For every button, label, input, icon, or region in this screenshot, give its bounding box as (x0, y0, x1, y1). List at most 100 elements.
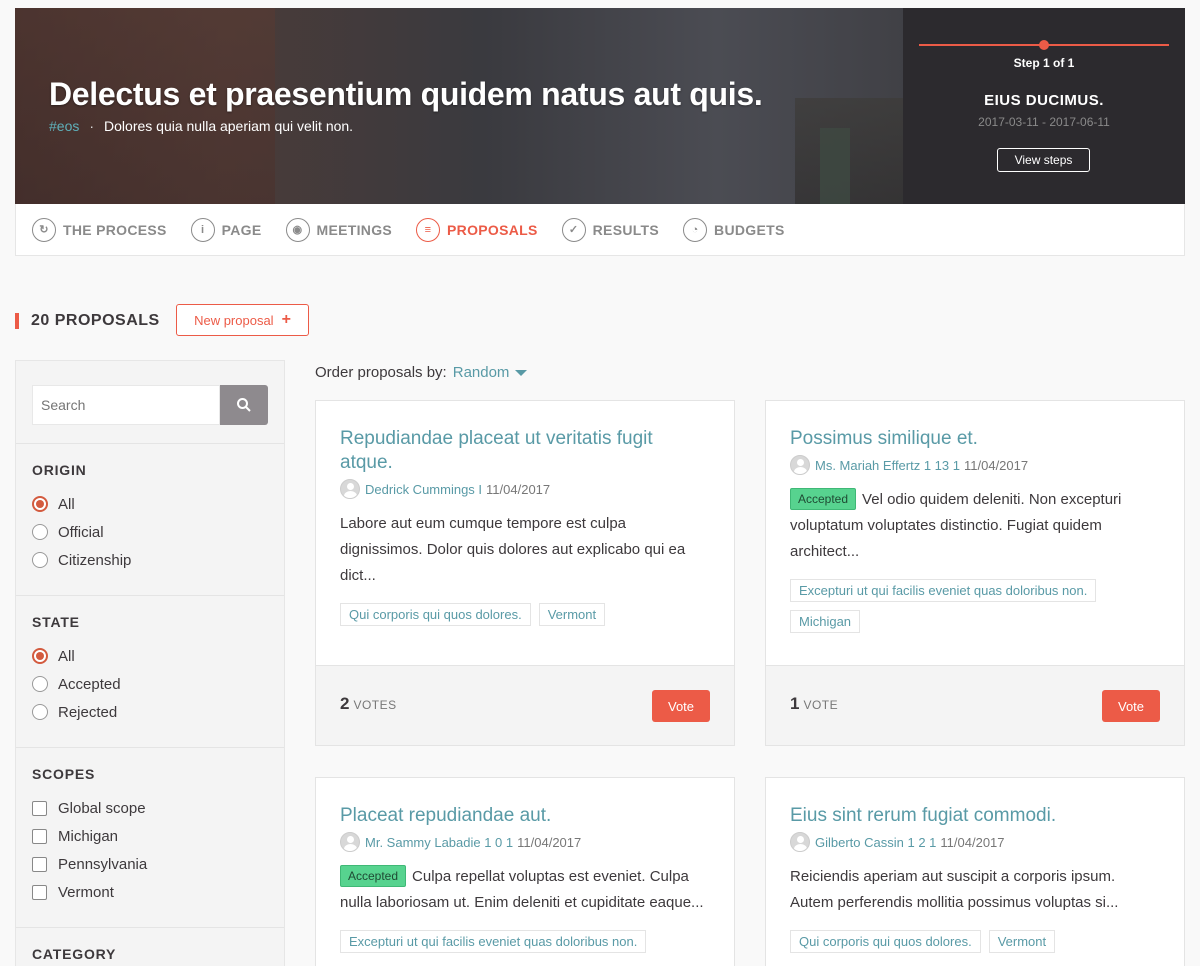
separator-dot: · (89, 118, 95, 134)
proposal-author: Ms. Mariah Effertz 1 13 1 11/04/2017 (790, 455, 1160, 475)
vote-button[interactable]: Vote (652, 690, 710, 722)
hero-background-tower (820, 128, 850, 204)
vote-label: VOTE (803, 698, 839, 712)
checkbox[interactable] (32, 884, 47, 900)
tab-label: BUDGETS (714, 221, 785, 238)
filter-option[interactable]: Vermont (32, 878, 268, 906)
vote-button[interactable]: Vote (1102, 690, 1160, 722)
tag-link[interactable]: Qui corporis qui quos dolores. (790, 930, 981, 953)
radio[interactable] (32, 552, 48, 568)
radio[interactable] (32, 676, 48, 692)
tag-link[interactable]: Vermont (988, 930, 1056, 953)
proposal-tags: Excepturi ut qui facilis eveniet quas do… (790, 579, 1160, 641)
proposal-title-link[interactable]: Placeat repudiandae aut. (340, 804, 710, 828)
avatar (790, 455, 810, 475)
proposal-date: 11/04/2017 (517, 834, 582, 850)
proposal-title-link[interactable]: Eius sint rerum fugiat commodi. (790, 804, 1160, 828)
accepted-badge: Accepted (340, 865, 407, 887)
proposals-icon: ≡ (416, 217, 441, 242)
process-hashtag-link[interactable]: #eos (49, 118, 79, 134)
filter-option[interactable]: Global scope (32, 794, 268, 822)
tag-link[interactable]: Excepturi ut qui facilis eveniet quas do… (790, 579, 1097, 602)
option-label: Global scope (58, 799, 146, 817)
order-selector: Order proposals by: Random (315, 364, 528, 381)
proposal-card: Repudiandae placeat ut veritatis fugit a… (315, 400, 735, 746)
radio-selected[interactable] (32, 648, 48, 664)
option-label: All (58, 495, 75, 513)
search-icon (237, 398, 251, 412)
tab-proposals[interactable]: ≡ PROPOSALS (416, 217, 538, 242)
checkbox[interactable] (32, 828, 47, 844)
vote-count: 1 VOTE (790, 694, 838, 714)
avatar (340, 479, 360, 499)
info-icon: i (190, 217, 215, 242)
steps-progress-dot (1039, 40, 1049, 50)
filter-option[interactable]: Pennsylvania (32, 850, 268, 878)
proposal-author: Dedrick Cummings I 11/04/2017 (340, 479, 710, 499)
order-dropdown[interactable]: Random (453, 364, 510, 381)
filter-title: SCOPES (32, 766, 96, 782)
proposal-card: Placeat repudiandae aut. Mr. Sammy Labad… (315, 777, 735, 966)
option-label: Pennsylvania (58, 855, 148, 873)
filter-scopes: SCOPES Global scope Michigan Pennsylvani… (16, 747, 284, 906)
tag-link[interactable]: Qui corporis qui quos dolores. (340, 603, 531, 626)
hero-background-building (795, 98, 915, 204)
proposal-title-link[interactable]: Possimus similique et. (790, 427, 1160, 451)
filter-option[interactable]: Michigan (32, 822, 268, 850)
section-accent-bar (15, 313, 19, 329)
option-label: Michigan (58, 827, 119, 845)
proposal-tags: Qui corporis qui quos dolores. Vermont (790, 930, 1160, 961)
tab-meetings[interactable]: ◉ MEETINGS (285, 217, 393, 242)
author-name-link[interactable]: Ms. Mariah Effertz 1 13 1 (815, 458, 960, 473)
filter-option[interactable]: Official (32, 518, 268, 546)
filter-option[interactable]: All (32, 642, 268, 670)
proposal-date: 11/04/2017 (964, 457, 1029, 473)
proposal-author: Mr. Sammy Labadie 1 0 1 11/04/2017 (340, 832, 710, 852)
proposal-card-footer: 1 VOTE Vote (766, 665, 1184, 745)
tab-the-process[interactable]: ↻ THE PROCESS (32, 217, 167, 242)
proposals-count-title: 20 PROPOSALS (31, 312, 160, 329)
checkbox[interactable] (32, 856, 47, 872)
process-icon: ↻ (32, 217, 56, 242)
filter-option[interactable]: Citizenship (32, 546, 268, 574)
radio[interactable] (32, 704, 48, 720)
filter-option[interactable]: Rejected (32, 698, 268, 726)
tab-results[interactable]: ✓ RESULTS (561, 217, 659, 242)
tab-label: PROPOSALS (447, 221, 538, 238)
view-steps-button[interactable]: View steps (997, 148, 1090, 172)
radio-selected[interactable] (32, 496, 48, 512)
tab-label: PAGE (221, 221, 262, 238)
process-subtitle: #eos · Dolores quia nulla aperiam qui veli… (49, 118, 353, 134)
tab-label: MEETINGS (316, 221, 393, 238)
vote-count: 2 VOTES (340, 694, 397, 714)
filter-option[interactable]: Accepted (32, 670, 268, 698)
search-button[interactable] (220, 385, 268, 425)
checkbox[interactable] (32, 800, 47, 816)
new-proposal-button[interactable]: New proposal + (176, 304, 309, 336)
author-name-link[interactable]: Dedrick Cummings I (365, 482, 482, 497)
author-name-link[interactable]: Gilberto Cassin 1 2 1 (815, 835, 936, 850)
proposal-card: Eius sint rerum fugiat commodi. Gilberto… (765, 777, 1185, 966)
chevron-down-icon[interactable] (515, 370, 528, 377)
search-input[interactable] (32, 385, 220, 425)
check-icon: ✓ (561, 217, 586, 242)
tab-budgets[interactable]: ◔ BUDGETS (683, 217, 785, 242)
proposal-title-link[interactable]: Repudiandae placeat ut veritatis fugit a… (340, 427, 710, 475)
filter-state: STATE All Accepted Rejected (16, 595, 284, 726)
tag-link[interactable]: Michigan (790, 610, 861, 633)
option-label: Citizenship (58, 551, 132, 569)
filter-option[interactable]: All (32, 490, 268, 518)
tag-link[interactable]: Excepturi ut qui facilis eveniet quas do… (340, 930, 647, 953)
steps-panel: Step 1 of 1 EIUS DUCIMUS. 2017-03-11 - 2… (903, 8, 1185, 204)
author-name-link[interactable]: Mr. Sammy Labadie 1 0 1 (365, 835, 513, 850)
tag-link[interactable]: Vermont (538, 603, 606, 626)
proposal-date: 11/04/2017 (486, 481, 551, 497)
option-label: Official (58, 523, 104, 541)
radio[interactable] (32, 524, 48, 540)
step-label: Step 1 of 1 (1013, 56, 1075, 70)
tab-page[interactable]: i PAGE (190, 217, 262, 242)
location-pin-icon: ◉ (285, 217, 310, 242)
proposal-card: Possimus similique et. Ms. Mariah Effert… (765, 400, 1185, 746)
order-label: Order proposals by: (315, 364, 447, 381)
phase-dates: 2017-03-11 - 2017-06-11 (978, 115, 1110, 129)
